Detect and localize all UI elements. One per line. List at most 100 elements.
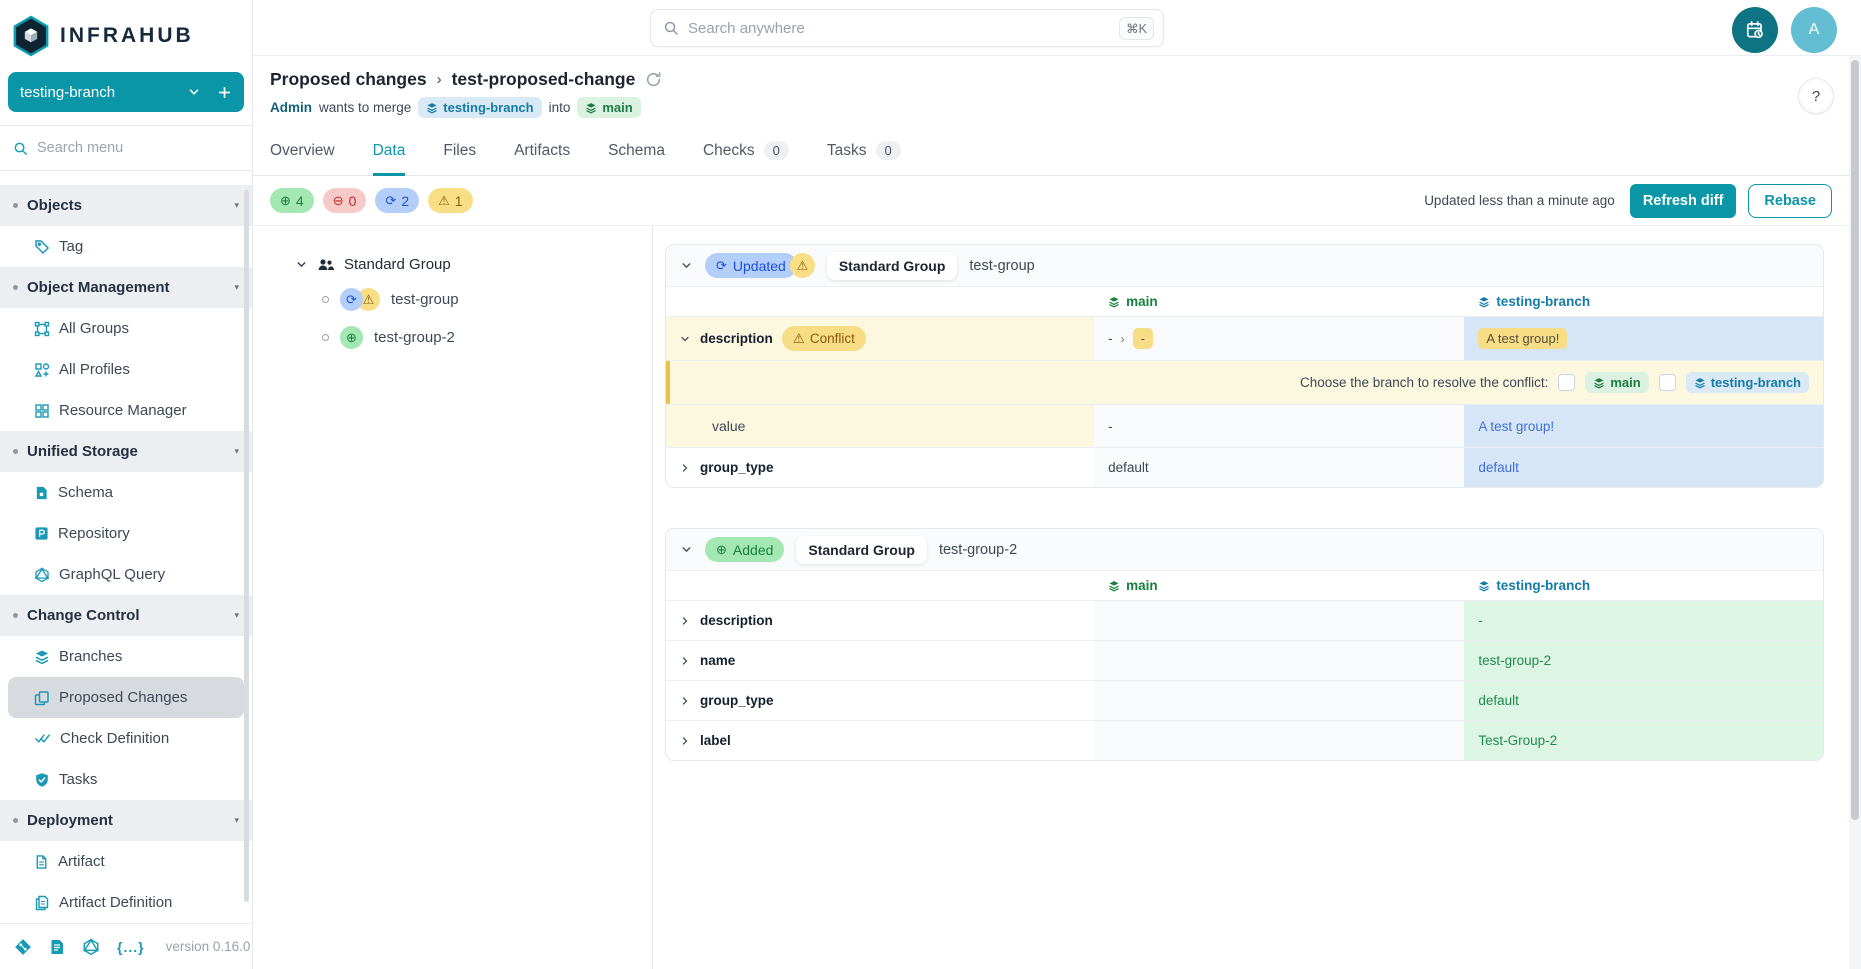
source-branch-badge[interactable]: testing-branch [418, 97, 541, 118]
diff-cards-pane: ⟳Updated ⚠ Standard Group test-group mai… [653, 226, 1861, 969]
sidebar-item-branches[interactable]: Branches [0, 636, 252, 677]
diff-row-group-type[interactable]: group_type default default [666, 447, 1823, 487]
main-area: ⌘K A Proposed changes › test-proposed-ch… [253, 0, 1861, 969]
sidebar-section-deployment[interactable]: Deployment ▾ [0, 800, 252, 841]
check-definition-icon [34, 731, 51, 746]
kind-badge: Standard Group [796, 536, 927, 564]
diff-row-label[interactable]: label Test-Group-2 [666, 720, 1823, 760]
main-branch-checkbox[interactable] [1558, 374, 1575, 391]
sidebar-section-objects[interactable]: Objects ▾ [0, 185, 252, 226]
sidebar-item-schema[interactable]: Schema [0, 472, 252, 513]
chevron-right-icon[interactable] [679, 655, 691, 667]
column-header-row: main testing-branch [666, 287, 1823, 316]
sync-icon: ⟳ [716, 259, 727, 272]
sidebar-section-change-control[interactable]: Change Control ▾ [0, 595, 252, 636]
main-branch-badge[interactable]: main [1585, 372, 1648, 393]
bullet-icon [322, 296, 329, 303]
rebase-button[interactable]: Rebase [1748, 184, 1832, 218]
git-icon[interactable] [14, 938, 32, 956]
tree-node-standard-group[interactable]: Standard Group [295, 256, 652, 273]
chevron-down-icon[interactable] [679, 333, 691, 345]
tab-files[interactable]: Files [443, 141, 476, 176]
graphql-icon[interactable] [82, 938, 100, 956]
create-branch-button[interactable] [217, 85, 232, 100]
sidebar-item-tag[interactable]: Tag [0, 226, 252, 267]
sidebar-scrollbar[interactable] [244, 190, 249, 902]
branch-icon [1478, 580, 1490, 592]
menu-search-input[interactable] [37, 140, 239, 156]
testing-branch-badge[interactable]: testing-branch [1686, 372, 1809, 393]
toolbar-actions: Updated less than a minute ago Refresh d… [1424, 184, 1832, 218]
refresh-icon[interactable] [645, 71, 662, 88]
tab-checks[interactable]: Checks0 [703, 141, 789, 176]
sidebar-footer: {...} version 0.16.0 [0, 923, 252, 969]
breadcrumb-parent[interactable]: Proposed changes [270, 69, 427, 90]
sidebar-item-all-groups[interactable]: All Groups [0, 308, 252, 349]
scrollbar-thumb[interactable] [1851, 60, 1859, 820]
branch-value: Test-Group-2 [1478, 733, 1557, 748]
chevron-right-icon[interactable] [679, 735, 691, 747]
tab-artifacts[interactable]: Artifacts [514, 141, 570, 176]
global-search-input[interactable] [688, 20, 1110, 37]
diff-toolbar: ⊕4 ⊖0 ⟳2 ⚠1 Updated less than a minute a… [253, 176, 1861, 226]
added-badge-icon: ⊕ [340, 326, 363, 349]
branch-value: test-group-2 [1478, 653, 1551, 668]
sidebar-section-unified-storage[interactable]: Unified Storage ▾ [0, 431, 252, 472]
branch-selector[interactable]: testing-branch [8, 72, 244, 112]
sidebar-item-artifact[interactable]: Artifact [0, 841, 252, 882]
docs-icon[interactable] [49, 938, 65, 956]
object-name: test-group [969, 258, 1034, 274]
attribute-name: label [700, 733, 731, 748]
tab-data[interactable]: Data [373, 141, 406, 176]
sidebar-item-artifact-definition[interactable]: Artifact Definition [0, 882, 252, 923]
sidebar-section-object-management[interactable]: Object Management ▾ [0, 267, 252, 308]
last-updated-text: Updated less than a minute ago [1424, 193, 1615, 208]
chevron-down-icon[interactable] [680, 543, 693, 556]
tasks-calendar-button[interactable] [1732, 7, 1778, 53]
merge-subtitle: Admin wants to merge testing-branch into… [270, 97, 1861, 118]
tab-schema[interactable]: Schema [608, 141, 665, 176]
sidebar-item-repository[interactable]: Repository [0, 513, 252, 554]
main-value: default [1108, 460, 1149, 475]
diff-card-header[interactable]: ⊕Added Standard Group test-group-2 [666, 529, 1823, 571]
search-icon [663, 20, 679, 36]
chevron-down-icon[interactable] [295, 258, 308, 271]
chevron-right-icon[interactable] [679, 462, 691, 474]
diff-card-test-group: ⟳Updated ⚠ Standard Group test-group mai… [665, 244, 1824, 488]
node-status-badges: ⟳ ⚠ [340, 288, 380, 311]
tab-overview[interactable]: Overview [270, 141, 335, 176]
testing-branch-checkbox[interactable] [1659, 374, 1676, 391]
help-button[interactable]: ? [1798, 78, 1834, 114]
tree-node-test-group[interactable]: ⟳ ⚠ test-group [322, 288, 652, 311]
api-braces-icon[interactable]: {...} [117, 939, 145, 955]
diff-tree-pane: Standard Group ⟳ ⚠ test-group [253, 226, 653, 969]
sidebar-item-tasks[interactable]: Tasks [0, 759, 252, 800]
diff-card-header[interactable]: ⟳Updated ⚠ Standard Group test-group [666, 245, 1823, 287]
global-search: ⌘K [650, 9, 1164, 47]
diff-row-group-type[interactable]: group_type default [666, 680, 1823, 720]
profiles-icon [34, 362, 50, 378]
branch-value: default [1478, 460, 1519, 475]
branch-value: A test group! [1478, 419, 1554, 434]
tree-node-test-group-2[interactable]: ⊕ test-group-2 [322, 326, 652, 349]
plus-circle-icon: ⊕ [280, 194, 291, 207]
target-branch-badge[interactable]: main [577, 97, 640, 118]
sidebar-item-graphql-query[interactable]: GraphQL Query [0, 554, 252, 595]
chevron-down-icon[interactable] [680, 259, 693, 272]
diff-row-name[interactable]: name test-group-2 [666, 640, 1823, 680]
sidebar-item-check-definition[interactable]: Check Definition [0, 718, 252, 759]
branch-icon [426, 102, 438, 114]
chevron-right-icon[interactable] [679, 695, 691, 707]
sidebar-item-all-profiles[interactable]: All Profiles [0, 349, 252, 390]
sidebar-item-proposed-changes[interactable]: Proposed Changes [8, 677, 244, 718]
diff-row-description[interactable]: description ⚠Conflict - › - A test group… [666, 316, 1823, 360]
tab-tasks[interactable]: Tasks0 [827, 141, 901, 176]
chevron-down-icon[interactable] [187, 85, 201, 99]
sidebar-item-resource-manager[interactable]: Resource Manager [0, 390, 252, 431]
avatar[interactable]: A [1791, 7, 1837, 53]
refresh-diff-button[interactable]: Refresh diff [1630, 184, 1737, 218]
diff-row-description[interactable]: description - [666, 600, 1823, 640]
logo[interactable]: INFRAHUB [0, 0, 252, 60]
page-scrollbar[interactable] [1849, 56, 1861, 969]
chevron-right-icon[interactable] [679, 615, 691, 627]
